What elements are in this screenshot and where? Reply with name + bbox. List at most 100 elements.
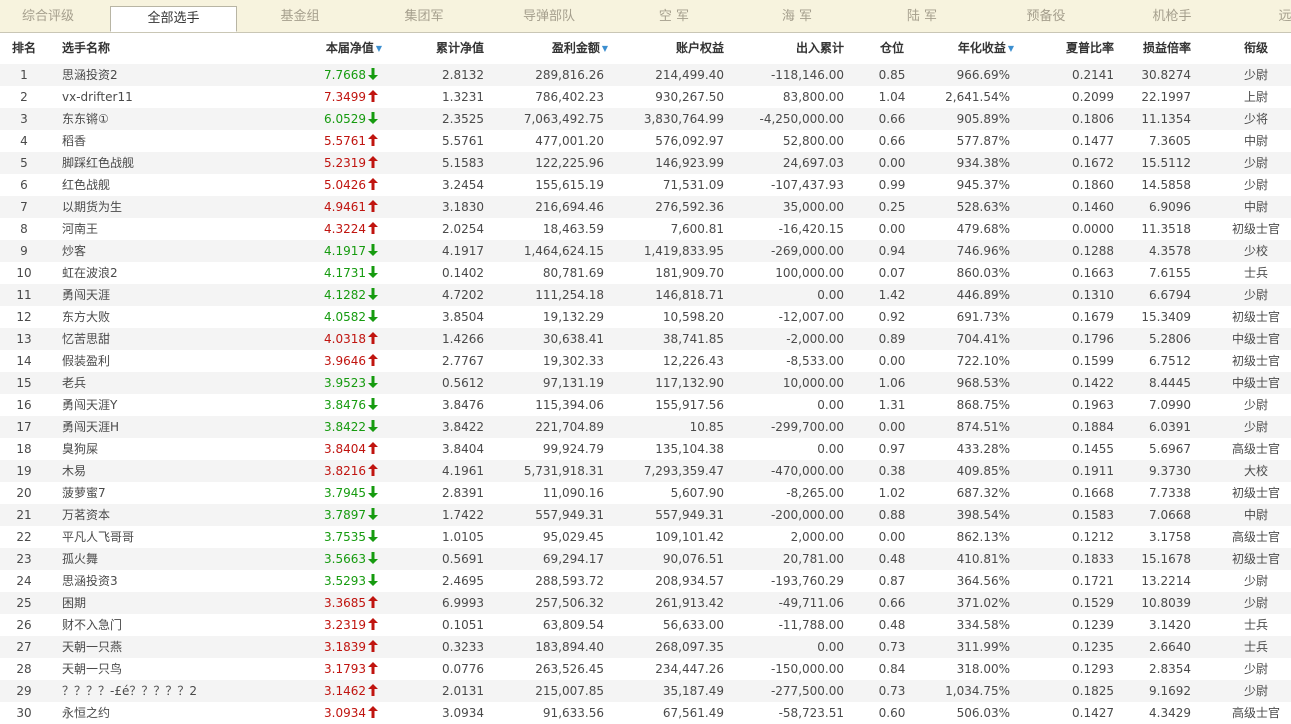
net-flow-cell: 10,000.00 xyxy=(782,376,844,390)
player-name-cell[interactable]: 河南王 xyxy=(62,218,282,240)
position-ratio-cell: 0.73 xyxy=(878,684,906,698)
cumulative-nav-cell: 6.9993 xyxy=(442,596,484,610)
col-header-net-flow: 出入累计 xyxy=(724,33,844,64)
player-name-cell[interactable]: 红色战舰 xyxy=(62,174,282,196)
account-equity-cell: 5,607.90 xyxy=(670,486,724,500)
player-name-cell[interactable]: 勇闯天涯H xyxy=(62,416,282,438)
player-name-cell[interactable]: 东东锵① xyxy=(62,108,282,130)
rank-grade-cell: 少尉 xyxy=(1243,420,1268,434)
rank-cell: 20 xyxy=(16,486,32,500)
col-header-annualized-return[interactable]: 年化收益 ▼ xyxy=(912,33,1014,64)
player-name-cell[interactable]: 虹在波浪2 xyxy=(62,262,282,284)
player-name-cell[interactable]: 勇闯天涯Y xyxy=(62,394,282,416)
player-name-cell[interactable]: 老兵 xyxy=(62,372,282,394)
position-ratio-cell: 1.06 xyxy=(878,376,906,390)
tab-reserve[interactable]: 预备役 xyxy=(986,0,1106,32)
current-nav-cell: 4.1282 xyxy=(282,284,378,306)
rank-cell: 30 xyxy=(16,706,32,720)
player-name-cell[interactable]: 忆苦思甜 xyxy=(62,328,282,350)
player-name-cell[interactable]: 思涵投资3 xyxy=(62,570,282,592)
net-flow-cell: -8,533.00 xyxy=(786,354,844,368)
player-name-cell[interactable]: 勇闯天涯 xyxy=(62,284,282,306)
net-flow-cell: 0.00 xyxy=(817,288,844,302)
profit-loss-ratio-cell: 4.3578 xyxy=(1149,244,1191,258)
annualized-return-cell: 722.10% xyxy=(956,354,1010,368)
rank-cell: 26 xyxy=(16,618,32,632)
player-name-cell[interactable]: 天朝一只鸟 xyxy=(62,658,282,680)
profit-amount-cell: 183,894.40 xyxy=(535,640,604,654)
player-name-cell[interactable]: 万茗资本 xyxy=(62,504,282,526)
arrow-up-icon xyxy=(368,618,378,630)
profit-loss-ratio-cell: 6.9096 xyxy=(1149,200,1191,214)
current-nav-value: 3.7945 xyxy=(324,486,366,500)
tab-more[interactable]: 远 xyxy=(1265,0,1291,32)
player-name-cell[interactable]: 木易 xyxy=(62,460,282,482)
col-header-profit-amount[interactable]: 盈利金额 ▼ xyxy=(484,33,608,64)
player-name-cell[interactable]: 臭狗屎 xyxy=(62,438,282,460)
col-header-current-nav[interactable]: 本届净值 ▼ xyxy=(282,33,382,64)
rank-cell: 3 xyxy=(20,112,28,126)
col-header-cumulative-nav: 累计净值 xyxy=(400,33,484,64)
tab-missile-force[interactable]: 导弹部队 xyxy=(489,0,609,32)
account-equity-cell: 3,830,764.99 xyxy=(643,112,724,126)
net-flow-cell: -16,420.15 xyxy=(778,222,844,236)
player-name-cell[interactable]: 思涵投资2 xyxy=(62,64,282,86)
arrow-down-icon xyxy=(368,376,378,388)
tab-navy[interactable]: 海 军 xyxy=(737,0,857,32)
sharpe-ratio-cell: 0.2141 xyxy=(1072,68,1114,82)
player-name-cell[interactable]: ？？？？-£é？？？？？2 xyxy=(62,680,282,702)
tab-fund-group[interactable]: 基金组 xyxy=(240,0,360,32)
sharpe-ratio-cell: 0.1212 xyxy=(1072,530,1114,544)
profit-loss-ratio-cell: 7.7338 xyxy=(1149,486,1191,500)
rank-cell: 25 xyxy=(16,596,32,610)
cumulative-nav-cell: 3.8404 xyxy=(442,442,484,456)
player-name-cell[interactable]: 稻香 xyxy=(62,130,282,152)
current-nav-cell: 3.8216 xyxy=(282,460,378,482)
position-ratio-cell: 0.89 xyxy=(878,332,906,346)
player-name-cell[interactable]: 平凡人飞哥哥 xyxy=(62,526,282,548)
tab-machine-gunner[interactable]: 机枪手 xyxy=(1112,0,1232,32)
player-name-cell[interactable]: 假装盈利 xyxy=(62,350,282,372)
column-label: 损益倍率 xyxy=(1142,41,1191,55)
sharpe-ratio-cell: 0.1422 xyxy=(1072,376,1114,390)
player-name-cell[interactable]: 脚踩红色战舰 xyxy=(62,152,282,174)
player-name-cell[interactable]: 财不入急门 xyxy=(62,614,282,636)
net-flow-cell: -150,000.00 xyxy=(770,662,844,676)
arrow-down-icon xyxy=(368,244,378,256)
rank-grade-cell: 少尉 xyxy=(1243,178,1268,192)
rank-cell: 24 xyxy=(16,574,32,588)
sharpe-ratio-cell: 0.1963 xyxy=(1072,398,1114,412)
player-name-cell[interactable]: 东方大败 xyxy=(62,306,282,328)
cumulative-nav-cell: 1.0105 xyxy=(442,530,484,544)
position-ratio-cell: 1.31 xyxy=(878,398,906,412)
player-name-cell[interactable]: 以期货为生 xyxy=(62,196,282,218)
annualized-return-cell: 371.02% xyxy=(956,596,1010,610)
annualized-return-cell: 1,034.75% xyxy=(945,684,1010,698)
player-name-cell[interactable]: 天朝一只燕 xyxy=(62,636,282,658)
profit-amount-cell: 786,402.23 xyxy=(535,90,604,104)
position-ratio-cell: 0.00 xyxy=(878,530,906,544)
tab-all-players[interactable]: 全部选手 xyxy=(110,6,237,32)
player-name-cell[interactable]: 菠萝蜜7 xyxy=(62,482,282,504)
table-header: 排名 选手名称 本届净值 ▼ 累计净值 盈利金额 ▼ 账户权益 出入累计 仓位 年化收益 ▼ 夏普比率损… xyxy=(0,33,1291,64)
net-flow-cell: -49,711.06 xyxy=(778,596,844,610)
tab-army[interactable]: 陆 军 xyxy=(862,0,982,32)
tab-comprehensive-rating[interactable]: 综合评级 xyxy=(0,0,96,32)
arrow-down-icon xyxy=(368,398,378,410)
player-name-cell[interactable]: 孤火舞 xyxy=(62,548,282,570)
current-nav-cell: 3.7535 xyxy=(282,526,378,548)
cumulative-nav-cell: 2.0131 xyxy=(442,684,484,698)
tab-group-army[interactable]: 集团军 xyxy=(364,0,484,32)
account-equity-cell: 117,132.90 xyxy=(655,376,724,390)
account-equity-cell: 214,499.40 xyxy=(655,68,724,82)
sort-desc-icon[interactable]: ▼ xyxy=(376,44,382,53)
player-name-cell[interactable]: 炒客 xyxy=(62,240,282,262)
current-nav-cell: 4.0582 xyxy=(282,306,378,328)
player-name-cell[interactable]: 永恒之约 xyxy=(62,702,282,724)
player-name-cell[interactable]: 困期 xyxy=(62,592,282,614)
position-ratio-cell: 0.48 xyxy=(878,618,906,632)
tab-air-force[interactable]: 空 军 xyxy=(614,0,734,32)
rank-cell: 22 xyxy=(16,530,32,544)
player-name-cell[interactable]: vx-drifter11 xyxy=(62,86,282,108)
current-nav-value: 3.8404 xyxy=(324,442,366,456)
